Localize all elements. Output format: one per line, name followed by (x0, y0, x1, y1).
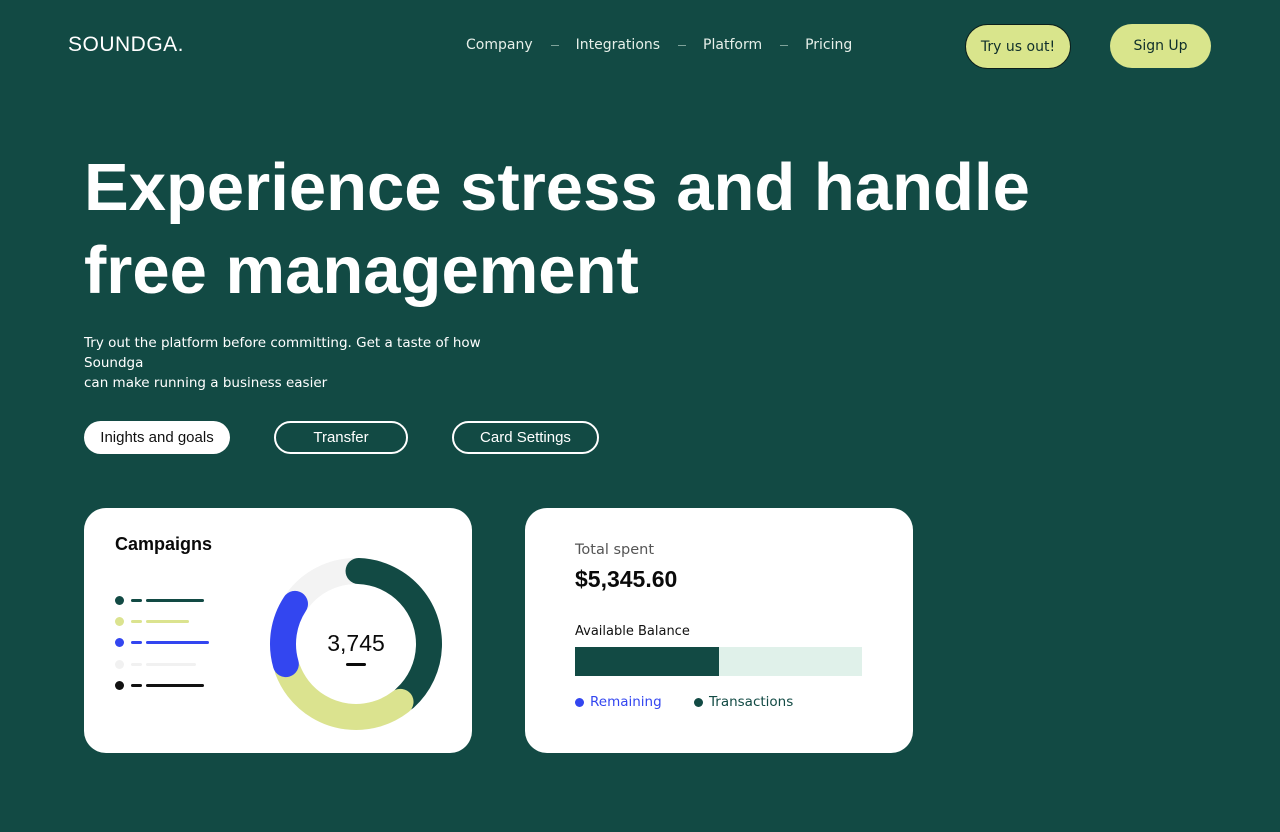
legend-line (146, 663, 196, 666)
legend-line (146, 599, 204, 602)
nav-platform[interactable]: Platform (703, 37, 762, 53)
legend-dot (115, 638, 124, 647)
nav-pricing[interactable]: Pricing (805, 37, 852, 53)
transactions-label: Transactions (709, 694, 794, 710)
hero-title: Experience stress and handle free manage… (84, 146, 1084, 312)
try-us-out-button[interactable]: Try us out! (965, 24, 1071, 69)
main-nav: Company Integrations Platform Pricing (466, 37, 852, 53)
legend-remaining: Remaining (575, 694, 662, 710)
remaining-dot (575, 697, 584, 707)
tab-transfer[interactable]: Transfer (274, 421, 408, 454)
hero-title-line-2: free management (84, 233, 639, 308)
balance-bar (575, 647, 862, 676)
total-spent-value: $5,345.60 (575, 566, 678, 592)
nav-separator (780, 44, 789, 46)
transactions-dot (694, 697, 703, 707)
total-spent-label: Total spent (575, 542, 655, 558)
legend-line (146, 641, 209, 644)
hero-subtitle-line-2: can make running a business easier (84, 375, 328, 391)
logo[interactable]: SOUNDGA. (68, 33, 184, 57)
legend-dot (115, 617, 124, 626)
hero-title-line-1: Experience stress and handle (84, 150, 1030, 225)
nav-separator (550, 44, 559, 46)
legend-dash (131, 663, 142, 666)
nav-company[interactable]: Company (466, 37, 533, 53)
legend-dash (131, 599, 142, 602)
available-balance-label: Available Balance (575, 624, 690, 639)
total-spent-card: Total spent $5,345.60 Available Balance … (525, 508, 913, 753)
campaigns-card: Campaigns 3,745 (84, 508, 472, 753)
legend-dot (115, 596, 124, 605)
sign-up-button[interactable]: Sign Up (1110, 24, 1211, 68)
tab-insights-and-goals[interactable]: Inights and goals (84, 421, 230, 454)
legend-dash (131, 620, 142, 623)
campaigns-total-underline (346, 663, 366, 666)
legend-dash (131, 684, 142, 687)
campaigns-total: 3,745 (327, 630, 385, 656)
remaining-label: Remaining (590, 694, 662, 710)
campaigns-title: Campaigns (115, 534, 213, 554)
legend-dash (131, 641, 142, 644)
tab-card-settings[interactable]: Card Settings (452, 421, 599, 454)
legend-line (146, 620, 189, 623)
nav-integrations[interactable]: Integrations (576, 37, 660, 53)
nav-separator (678, 44, 687, 46)
legend-line (146, 684, 204, 687)
balance-bar-fill (575, 647, 719, 676)
legend-transactions: Transactions (694, 694, 793, 710)
hero-subtitle-line-1: Try out the platform before committing. … (84, 335, 481, 371)
legend-dot (115, 681, 124, 690)
hero-subtitle: Try out the platform before committing. … (84, 333, 544, 393)
legend-dot (115, 660, 124, 669)
